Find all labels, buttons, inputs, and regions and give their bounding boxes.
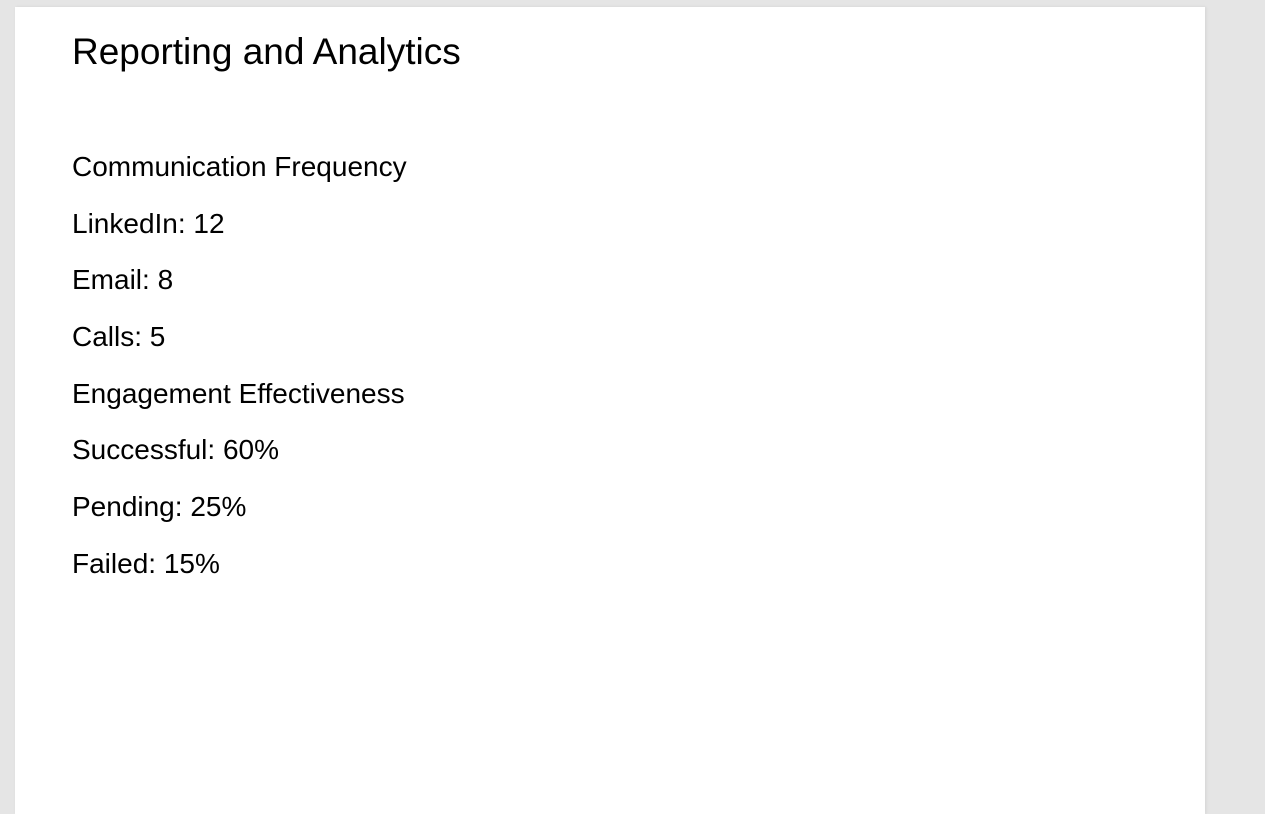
metric-linkedin: LinkedIn: 12 xyxy=(72,207,225,239)
metric-successful: Successful: 60% xyxy=(72,434,279,466)
metric-failed: Failed: 15% xyxy=(72,547,220,579)
section-heading-communication-frequency: Communication Frequency xyxy=(72,151,407,182)
section-heading-engagement-effectiveness: Engagement Effectiveness xyxy=(72,377,405,409)
metric-pending: Pending: 25% xyxy=(72,491,247,523)
metric-email: Email: 8 xyxy=(72,264,174,296)
metric-calls: Calls: 5 xyxy=(72,321,166,353)
report-content: Communication Frequency LinkedIn: 12 Ema… xyxy=(72,147,407,601)
page-title: Reporting and Analytics xyxy=(72,31,461,72)
document-page: Reporting and Analytics Communication Fr… xyxy=(15,7,1205,814)
